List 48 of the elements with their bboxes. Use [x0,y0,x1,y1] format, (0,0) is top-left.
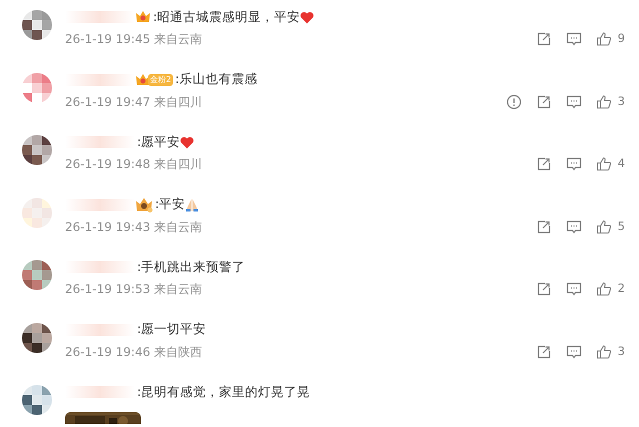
avatar[interactable] [22,135,52,165]
heart-icon [300,10,314,24]
praying-hands-icon [185,198,200,212]
comment-text: :昭通古城震感明显，平安 [153,8,300,26]
comment-time: 26-1-19 19:45 来自云南 [65,31,202,48]
like-count: 3 [618,92,625,110]
comment-icon[interactable] [566,156,582,172]
share-icon[interactable] [536,31,552,47]
like-icon[interactable] [596,94,612,110]
comment-icon[interactable] [566,344,582,360]
like-icon[interactable] [596,218,612,234]
avatar[interactable] [22,322,52,352]
comment-icon[interactable] [566,281,582,297]
comment-text: :昆明有感觉，家里的灯晃了晃 [137,382,310,401]
comment-text: :平安 [155,195,186,214]
comment-time: 26-1-19 19:46 来自陕西 [65,344,202,360]
like-count: 3 [618,342,625,360]
fan-level-badge: 金粉2 [148,74,174,86]
share-icon[interactable] [536,281,552,297]
share-icon[interactable] [536,94,552,110]
comment-text: :愿平安 [137,132,180,151]
comment-time: 26-1-19 19:48 来自四川 [65,156,202,173]
comment-time: 26-1-19 19:47 来自四川 [65,94,202,110]
like-icon[interactable] [596,156,612,172]
like-icon[interactable] [596,281,612,297]
comment-time: 26-1-19 19:53 来自云南 [65,281,202,298]
comment-text: :手机跳出来预警了 [137,258,246,276]
heart-icon [180,136,194,148]
report-icon[interactable] [506,94,522,110]
like-count: 5 [618,218,625,235]
comment-text: :乐山也有震感 [175,70,258,88]
comment-time: 26-1-19 19:43 来自云南 [65,218,202,236]
comment-icon[interactable] [566,218,582,234]
crown-icon [135,10,151,24]
comment-text: :愿一切平安 [137,320,206,338]
like-icon[interactable] [596,31,612,47]
comment-icon[interactable] [566,31,582,47]
avatar[interactable] [22,10,52,40]
share-icon[interactable] [536,156,552,172]
share-icon[interactable] [536,218,552,234]
like-count: 9 [618,30,625,48]
avatar[interactable] [22,385,52,415]
comment-icon[interactable] [566,94,582,110]
share-icon[interactable] [536,344,552,360]
like-count: 4 [618,155,625,172]
like-count: 2 [618,280,625,298]
like-icon[interactable] [596,344,612,360]
medal-icon [135,196,153,212]
